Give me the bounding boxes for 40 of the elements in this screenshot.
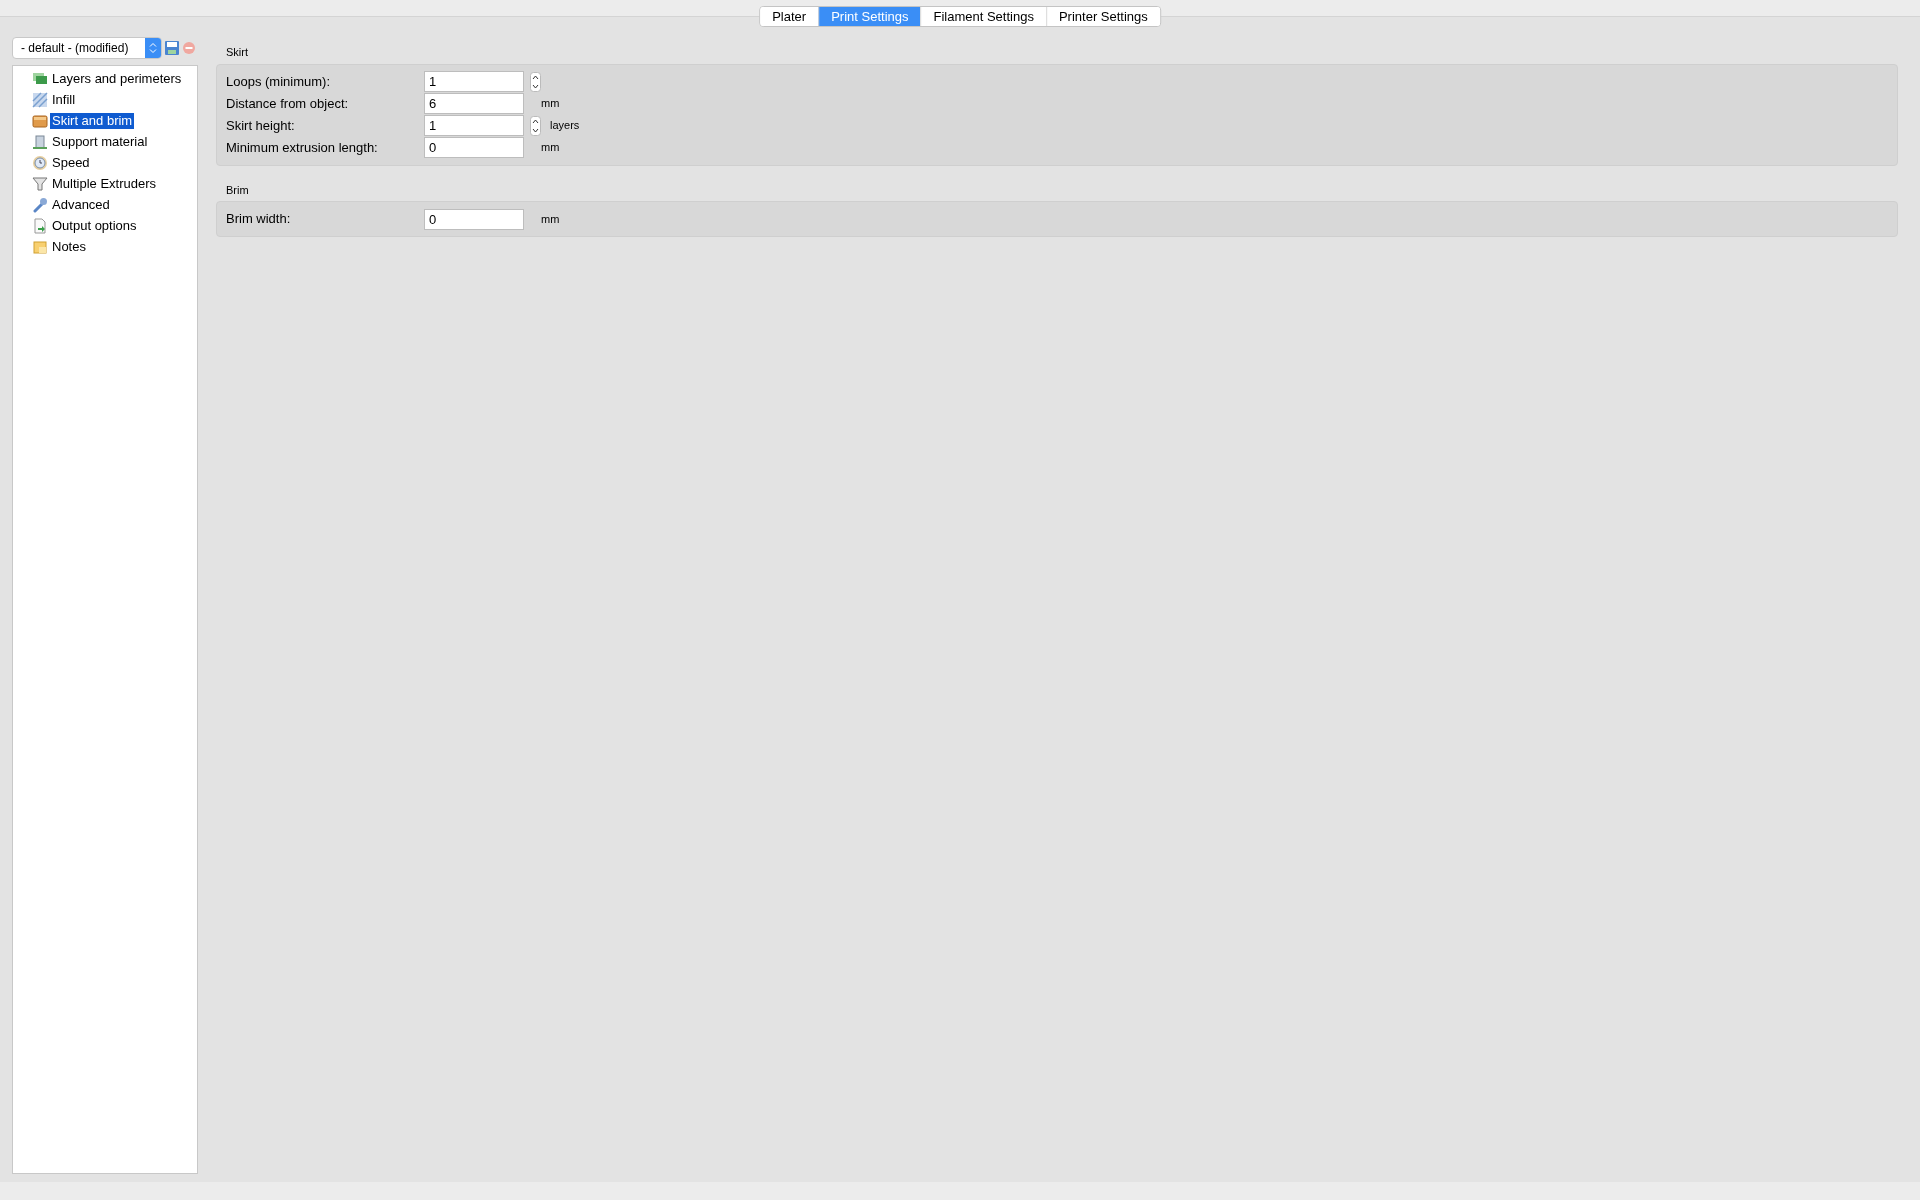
tree-item[interactable]: Layers and perimeters <box>50 71 184 87</box>
text-field[interactable]: 1 <box>424 115 524 136</box>
text-field[interactable]: 0 <box>424 208 524 230</box>
field-label: Skirt height: <box>226 116 296 135</box>
field-label: Brim width: <box>226 210 292 229</box>
building-icon <box>32 134 48 150</box>
tree-item[interactable]: Notes <box>50 239 88 255</box>
text-field[interactable]: 1 <box>424 71 524 92</box>
layers-icon <box>32 71 48 87</box>
wrench-icon <box>32 197 48 213</box>
tree-item[interactable]: Advanced <box>50 197 112 213</box>
group-title: Brim <box>226 182 250 198</box>
unit-label: mm <box>541 96 560 112</box>
tree-item[interactable]: Output options <box>50 218 139 234</box>
field-label: Distance from object: <box>226 94 350 113</box>
clock-icon <box>32 155 48 171</box>
field-label: Loops (minimum): <box>226 72 332 91</box>
stepper-control[interactable] <box>530 71 541 92</box>
box-icon <box>32 113 48 129</box>
tree-item[interactable]: Speed <box>50 155 92 171</box>
tree-item[interactable]: Support material <box>50 134 150 150</box>
save-icon[interactable] <box>164 40 180 56</box>
unit-label: layers <box>550 118 580 134</box>
funnel-icon <box>32 176 48 192</box>
field-label: Minimum extrusion length: <box>226 138 379 157</box>
chevron-icon <box>149 42 157 54</box>
tree-item[interactable]: Multiple Extruders <box>50 176 159 192</box>
text-field[interactable]: 6 <box>424 93 524 114</box>
tab[interactable]: Printer Settings <box>1045 7 1160 26</box>
infill-icon <box>32 92 48 108</box>
stepper-control[interactable] <box>530 115 541 136</box>
preset-dropdown[interactable]: - default - (modified) <box>12 37 162 59</box>
tree-item[interactable]: Infill <box>50 92 78 108</box>
group-title: Skirt <box>226 45 249 60</box>
tree-item[interactable]: Skirt and brim <box>50 113 135 129</box>
page-icon <box>32 218 48 234</box>
note-icon <box>32 239 48 255</box>
unit-label: mm <box>541 211 560 227</box>
unit-label: mm <box>541 140 560 156</box>
text-field[interactable]: 0 <box>424 137 524 158</box>
